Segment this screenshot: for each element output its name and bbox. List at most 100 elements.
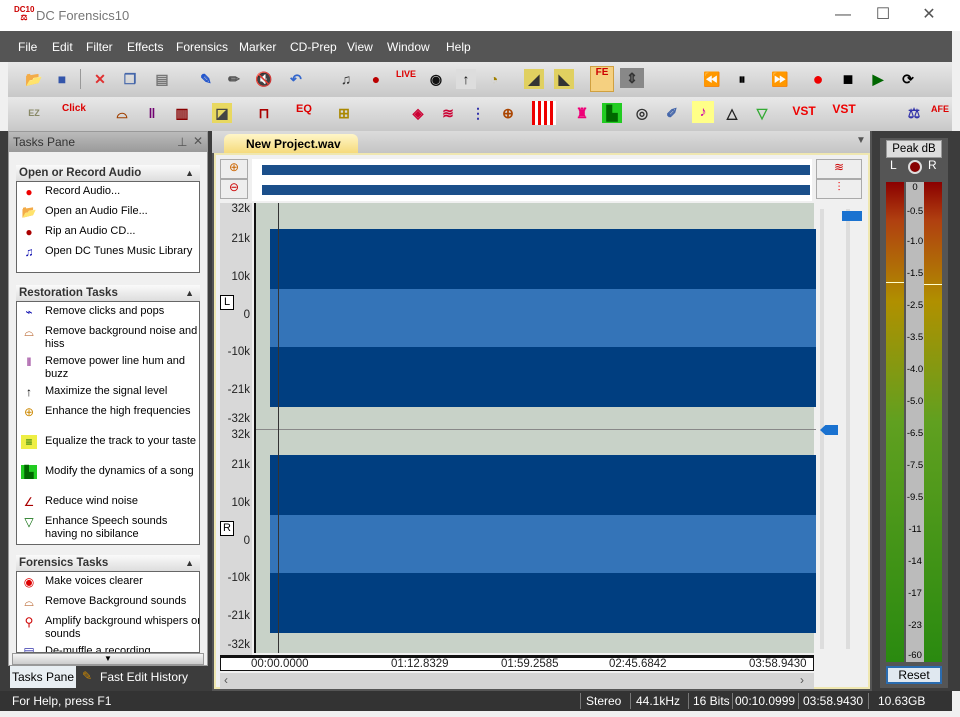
denoise-icon[interactable]: ⌓ [112, 103, 132, 123]
spectral-view-icon[interactable]: ⫶ [816, 179, 862, 199]
menu-forensics[interactable]: Forensics [176, 40, 228, 54]
menu-cd-prep[interactable]: CD-Prep [290, 40, 337, 54]
group-header-open-record[interactable]: Open or Record Audio ▲ [16, 165, 200, 181]
reset-button[interactable]: Reset [886, 666, 942, 684]
meter-label: -4.0 [906, 364, 924, 375]
menu-edit[interactable]: Edit [52, 40, 73, 54]
menu-file[interactable]: File [18, 40, 37, 54]
fe-icon[interactable]: FE [590, 66, 614, 92]
close-pane-icon[interactable]: ✕ [193, 134, 203, 148]
ez-scale-icon[interactable]: ⚖ [904, 103, 924, 123]
routing-icon[interactable]: ⊞ [334, 103, 354, 123]
split-icon[interactable]: ⇕ [620, 68, 644, 88]
delete-icon[interactable]: ✕ [90, 69, 110, 89]
playhead-cursor[interactable] [278, 203, 279, 653]
pin-icon[interactable]: ⊥ [177, 135, 187, 149]
ez-clean-icon[interactable]: EZ [24, 103, 44, 123]
rewind-icon[interactable]: ⏪ [702, 69, 722, 89]
tab-dropdown-icon[interactable]: ▼ [856, 135, 866, 146]
loop-icon[interactable]: ⟳ [898, 69, 918, 89]
tab-tasks-pane[interactable]: Tasks Pane [10, 666, 76, 688]
filter-icon[interactable]: ⊕ [498, 103, 518, 123]
overview-strip[interactable] [252, 159, 812, 201]
group-header-restoration[interactable]: Restoration Tasks ▲ [16, 285, 200, 301]
fade-out-icon[interactable]: ◣ [554, 69, 574, 89]
vst-icon[interactable]: VST [790, 101, 818, 121]
undo-icon[interactable]: ↶ [286, 69, 306, 89]
vst-plus-minus-icon[interactable]: VST [830, 99, 858, 119]
collapse-icon[interactable]: ▲ [185, 285, 194, 301]
mute-icon[interactable]: 🔇 [254, 69, 274, 89]
right-channel-toggle[interactable]: R [220, 521, 234, 536]
collapse-icon[interactable]: ▲ [185, 165, 194, 181]
maximize-button[interactable]: ☐ [868, 4, 898, 26]
compressor-icon[interactable]: ▥ [172, 103, 192, 123]
edit-wave-icon[interactable]: ✎ [196, 69, 216, 89]
maximize-level-icon[interactable]: ↑ [456, 69, 476, 89]
scroll-down-button[interactable]: ▼ [12, 653, 204, 665]
close-button[interactable]: ✕ [914, 4, 944, 26]
time-ruler[interactable]: 00:00.0000 01:12.8329 01:59.2585 02:45.6… [220, 655, 814, 671]
left-channel-toggle[interactable]: L [220, 295, 234, 310]
minimize-button[interactable]: — [828, 4, 858, 26]
pencil-icon[interactable]: ✏ [224, 69, 244, 89]
document-tab[interactable]: New Project.wav ✕ [224, 134, 358, 171]
menu-effects[interactable]: Effects [127, 40, 163, 54]
blender-icon[interactable]: ♜ [572, 103, 592, 123]
meter-label: -6.5 [906, 428, 924, 439]
menu-marker[interactable]: Marker [239, 40, 276, 54]
y-label: -21k [227, 610, 250, 622]
brush-icon[interactable]: ✐ [662, 103, 682, 123]
tab-fast-edit-history[interactable]: Fast Edit History [100, 670, 188, 684]
zoom-in-icon[interactable]: ⊕ [220, 159, 248, 179]
declick-icon[interactable]: Click [60, 99, 88, 119]
waveform-view-icon[interactable]: ≋ [816, 159, 862, 179]
book-icon[interactable]: ⊓ [254, 103, 274, 123]
play-icon[interactable]: ▶ [868, 69, 888, 89]
scroll-right-icon[interactable]: › [800, 673, 804, 687]
clip-indicator-icon[interactable] [908, 160, 922, 174]
horizontal-scrollbar[interactable]: ‹ › [220, 673, 814, 689]
menu-filter[interactable]: Filter [86, 40, 113, 54]
amp-icon[interactable] [532, 101, 556, 125]
group-header-forensics[interactable]: Forensics Tasks ▲ [16, 555, 200, 571]
copy-icon[interactable]: ❐ [120, 69, 140, 89]
afe-icon[interactable]: AFE [930, 99, 950, 119]
burn-cd-icon[interactable]: ◉ [426, 69, 446, 89]
open-folder-icon[interactable]: 📂 [24, 69, 44, 89]
save-icon[interactable]: ■ [52, 69, 72, 89]
scroll-left-icon[interactable]: ‹ [224, 673, 228, 687]
dehum-icon[interactable]: ‖ [142, 103, 162, 123]
time-label: 00:00.0000 [251, 658, 309, 670]
menu-help[interactable]: Help [446, 40, 471, 54]
menu-view[interactable]: View [347, 40, 373, 54]
paste-icon[interactable]: ▤ [152, 69, 172, 89]
effect-star-icon[interactable]: ◈ [408, 103, 428, 123]
record-icon[interactable]: ● [808, 69, 828, 89]
zoom-out-icon[interactable]: ⊖ [220, 179, 248, 199]
dynamics-icon[interactable]: ▙ [602, 103, 622, 123]
fast-forward-icon[interactable]: ⏩ [770, 69, 790, 89]
live-icon[interactable]: LIVE [394, 64, 418, 84]
wind-icon[interactable]: ≋ [438, 103, 458, 123]
dc-tunes-icon[interactable]: ♫ [336, 69, 356, 89]
eq-icon[interactable]: EQ [292, 99, 316, 119]
timer-icon[interactable]: ◔ [484, 69, 504, 89]
pause-icon[interactable]: ⏸ [732, 69, 752, 89]
meter-label: -3.5 [906, 332, 924, 343]
collapse-icon[interactable]: ▲ [185, 555, 194, 571]
crossfade-icon[interactable]: ◪ [212, 103, 232, 123]
status-bit-depth: 16 Bits [693, 694, 730, 708]
fade-in-icon[interactable]: ◢ [524, 69, 544, 89]
stop-icon[interactable]: ■ [838, 69, 858, 89]
vertical-scroll-thumb[interactable] [842, 211, 862, 221]
dome-icon[interactable]: ▽ [752, 103, 772, 123]
music-note-icon[interactable]: ♪ [692, 101, 714, 123]
speech-icon[interactable]: ⋮ [468, 103, 488, 123]
rip-cd-icon[interactable]: ● [366, 69, 386, 89]
waveform-canvas[interactable] [254, 203, 816, 653]
disc-icon[interactable]: ◎ [632, 103, 652, 123]
menu-window[interactable]: Window [387, 40, 430, 54]
meter-label: -2.5 [906, 300, 924, 311]
speech-enhance-icon[interactable]: △ [722, 103, 742, 123]
